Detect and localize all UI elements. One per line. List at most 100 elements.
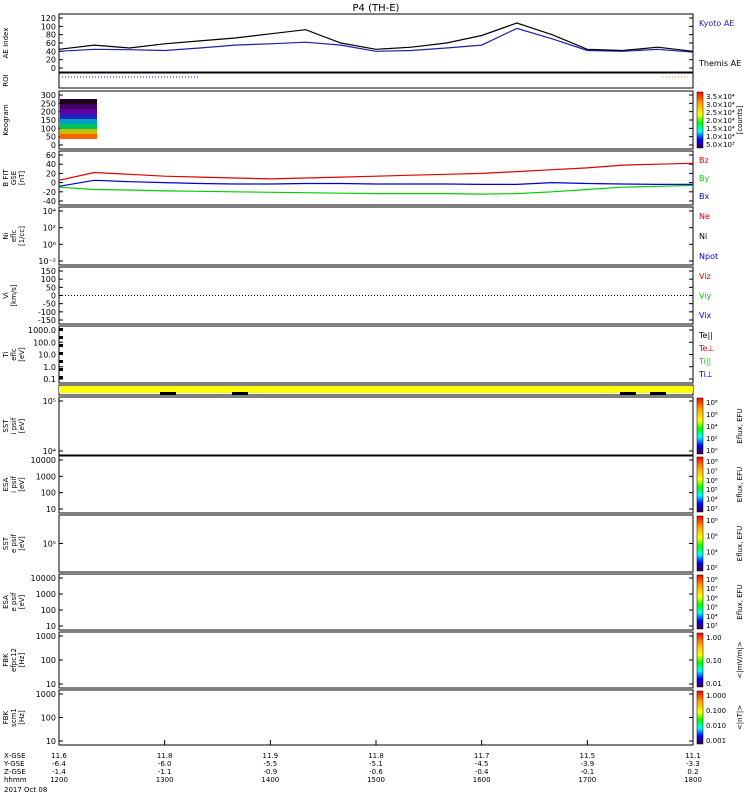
ylabel: FBK [2, 653, 10, 667]
legend-entry: Bx [699, 192, 709, 201]
ytick-label: -150 [38, 316, 56, 325]
panel-frame-2 [59, 91, 693, 149]
colorbar-label: 10⁶ [706, 533, 718, 541]
ylabel: Keogram [2, 104, 10, 135]
colorbar [697, 516, 703, 571]
series-line-bx [59, 180, 693, 186]
ylabel: Ti [2, 351, 10, 358]
ti-marker [59, 352, 63, 355]
ylabel: i psif [10, 417, 18, 434]
panel-frame-0 [59, 14, 693, 72]
date-label: 2017 Oct 08 [4, 786, 47, 794]
colorbar-label: 2.0×10⁴ [706, 117, 735, 125]
ylabel: ESA [2, 595, 10, 609]
ytick-label: 1000 [36, 690, 56, 699]
xtick-label: 1600 [473, 776, 491, 784]
colorbar-unit: <|mV/m|> [736, 641, 744, 678]
colorbar-label: 10⁸ [706, 399, 718, 407]
ylabel: scm1 [10, 708, 18, 727]
ytick-label: 1000 [36, 472, 56, 481]
ytick-label: 10⁵ [43, 540, 56, 549]
xtick-label: -1.1 [158, 768, 172, 776]
xtick-label: 1200 [50, 776, 68, 784]
ylabel: SST [2, 419, 10, 433]
xtick-label: -0.6 [369, 768, 383, 776]
colorbar-label: 10³ [706, 622, 718, 630]
flag-segment [160, 392, 176, 395]
colorbar-label: 10⁶ [706, 477, 718, 485]
keogram-cell [60, 114, 97, 119]
panel-frame-4 [59, 207, 693, 265]
xtick-label: 1800 [684, 776, 702, 784]
xtick-label: -0.9 [263, 768, 277, 776]
panel-frame-13 [59, 690, 693, 745]
ylabel: GSE [10, 171, 18, 185]
legend-entry: Ti|| [698, 357, 711, 366]
xtick-label: 11.9 [263, 752, 279, 760]
colorbar-label: 10⁰ [706, 447, 718, 455]
ytick-label: 10⁴ [43, 447, 56, 456]
legend-entry: Viy [699, 292, 712, 301]
ylabel: Ni [2, 232, 10, 239]
ylabel: ROI [2, 74, 10, 86]
keogram-cell [60, 104, 97, 109]
colorbar-label: 0.01 [706, 680, 722, 688]
keogram-cell [60, 119, 97, 124]
series-line-kyoto-ae [59, 28, 693, 52]
xtick-label: -6.0 [158, 760, 172, 768]
xaxis-row-label: Z-GSE [4, 768, 26, 776]
ylabel: [1/cc] [18, 226, 26, 246]
panel-frame-12 [59, 632, 693, 688]
colorbar-label: 0.10 [706, 657, 722, 665]
ytick-label: 100 [41, 606, 56, 615]
series-line-themis-ae [59, 23, 693, 51]
colorbar-unit: Eflux, EFU [736, 467, 744, 502]
panel-frame-6 [59, 326, 693, 383]
colorbar-label: 0.010 [706, 722, 726, 730]
colorbar-label: 10⁸ [706, 517, 718, 525]
ylabel: ESA [2, 477, 10, 491]
ylabel: eflc [10, 348, 18, 361]
xtick-label: 11.5 [580, 752, 596, 760]
colorbar-label: 2.5×10⁴ [706, 109, 735, 117]
ylabel: [eV] [18, 418, 26, 433]
ytick-label: 10 [46, 622, 56, 631]
legend-entry: Bz [699, 156, 709, 165]
colorbar [697, 575, 703, 629]
colorbar-label: 0.100 [706, 707, 726, 715]
xtick-label: 11.8 [368, 752, 384, 760]
colorbar-label: 3.0×10⁴ [706, 101, 735, 109]
ytick-label: 1000 [36, 632, 56, 641]
series-line-by [59, 185, 693, 194]
colorbar-label: 10⁴ [706, 496, 718, 504]
colorbar-label: 3.5×10⁴ [706, 93, 735, 101]
ytick-label: 1.0 [43, 363, 56, 372]
ytick-label: 10 [46, 737, 56, 746]
xtick-label: -5.1 [369, 760, 383, 768]
legend-entry: Ti⊥ [698, 370, 713, 379]
ytick-label: 0 [51, 179, 56, 188]
legend-entry: Kyoto AE [699, 19, 734, 28]
colorbar-unit: Eflux, EFU [736, 408, 744, 443]
panel-frame-9 [59, 456, 693, 513]
ytick-label: 10 [46, 680, 56, 689]
colorbar-label: 1.0×10⁴ [706, 133, 735, 141]
colorbar-label: 10⁸ [706, 458, 718, 466]
legend-entry: Viz [699, 272, 711, 281]
flag-segment [650, 392, 666, 395]
legend-entry: Themis AE [698, 59, 741, 68]
ytick-label: 10⁻² [38, 257, 56, 266]
flag-segment [620, 392, 636, 395]
ti-marker [59, 344, 63, 347]
xtick-label: -5.5 [263, 760, 277, 768]
ylabel: FBK [2, 710, 10, 724]
legend-entry: Te|| [698, 331, 713, 340]
colorbar-label: 10⁷ [706, 585, 718, 593]
panel-frame-1 [59, 73, 693, 88]
ytick-label: 60 [46, 151, 56, 160]
xtick-label: 11.1 [685, 752, 701, 760]
ytick-label: -40 [43, 197, 56, 206]
ylabel: [Hz] [18, 710, 26, 725]
ylabel: [Hz] [18, 653, 26, 668]
colorbar [697, 92, 703, 148]
